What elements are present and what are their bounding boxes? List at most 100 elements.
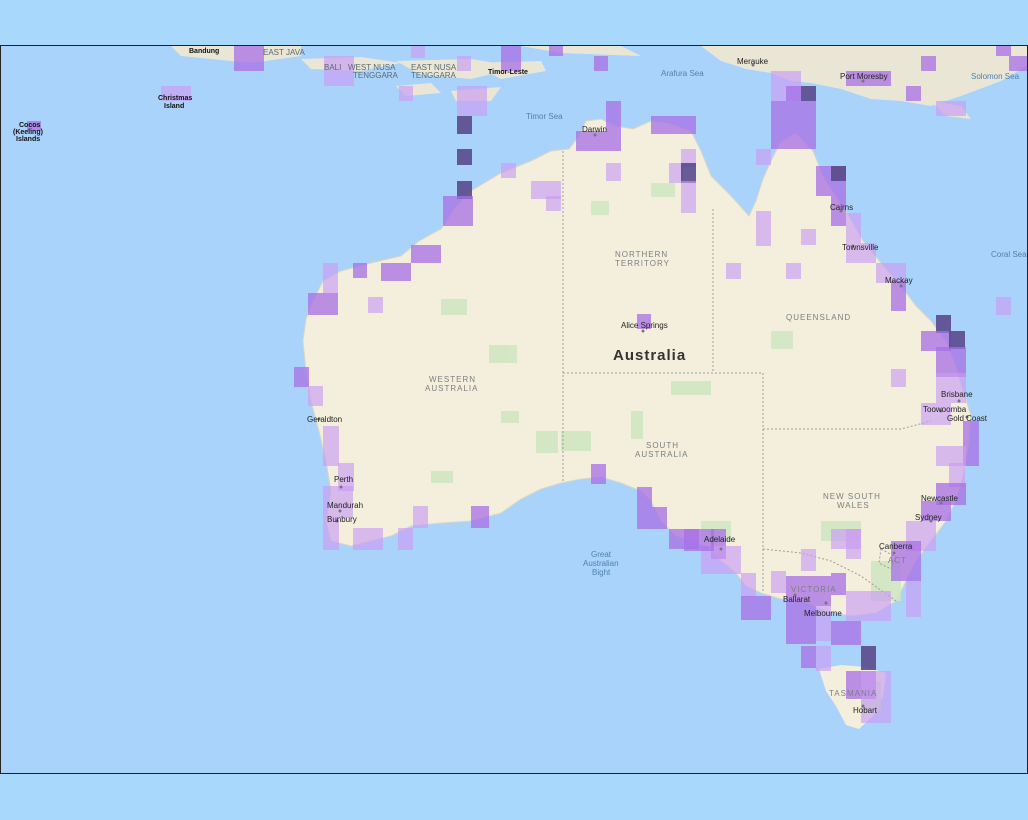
occurrence-cell [681, 163, 696, 183]
occurrence-cell [399, 86, 413, 101]
occurrence-cell [756, 149, 771, 165]
occurrence-cell [457, 116, 472, 134]
occurrence-cell [786, 86, 801, 101]
occurrence-cell [1009, 56, 1027, 71]
occurrence-cell [308, 293, 338, 315]
occurrence-cell [398, 528, 413, 550]
occurrence-cell [353, 263, 367, 278]
occurrence-cell [816, 646, 831, 671]
occurrence-cell [891, 281, 906, 311]
occurrence-cell [637, 487, 652, 507]
occurrence-cell [936, 101, 966, 116]
occurrence-cell [594, 56, 608, 71]
occurrence-cell [591, 464, 606, 484]
occurrence-cell [801, 549, 816, 571]
occurrence-cell [669, 163, 683, 183]
city-label: Adelaide [704, 535, 736, 544]
occurrence-cell [381, 263, 411, 281]
occurrence-cell [457, 56, 471, 71]
occurrence-cell [651, 116, 696, 134]
state-label-vic: VICTORIA [791, 585, 837, 594]
occurrence-cell [831, 529, 861, 549]
city-label: Cairns [830, 203, 853, 212]
region-label: EAST JAVA [263, 48, 305, 57]
state-label-tas: TASMANIA [829, 689, 877, 698]
bight-line: Australian [583, 559, 619, 568]
city-label: Darwin [582, 125, 607, 134]
occurrence-cell [681, 181, 696, 213]
city-label: Toowoomba [923, 405, 967, 414]
occurrence-cell [996, 297, 1011, 315]
occurrence-cell [906, 581, 921, 617]
occurrence-cell [771, 101, 816, 131]
state-label-nsw-2: WALES [837, 501, 870, 510]
occurrence-cell [501, 163, 516, 178]
state-label-sa-2: AUSTRALIA [635, 450, 688, 459]
occurrence-cell [741, 596, 771, 620]
occurrence-cell [576, 131, 621, 151]
bight-line: Bight [592, 568, 611, 577]
water-label: Solomon Sea [971, 72, 1020, 81]
occurrence-cell [949, 331, 965, 349]
city-label: Port Moresby [840, 72, 888, 81]
occurrence-cell [546, 196, 561, 211]
map-frame[interactable]: Arafura Sea Timor Sea Coral Sea Solomon … [0, 45, 1028, 774]
city-label: Mackay [885, 276, 913, 285]
occurrence-cell [801, 229, 816, 245]
region-label: TENGGARA [411, 71, 457, 80]
city-label: Alice Springs [621, 321, 668, 330]
occurrence-cell [234, 46, 264, 71]
island-label-christmas-2: Island [164, 103, 184, 110]
occurrence-cell [771, 571, 786, 593]
occurrence-cell [921, 56, 936, 71]
occurrence-cell [606, 101, 621, 131]
occurrence-cell [637, 507, 667, 529]
state-label-qld: QUEENSLAND [786, 313, 851, 322]
city-label: Mandurah [327, 501, 363, 510]
occurrence-cell [741, 573, 756, 597]
occurrence-cell [831, 166, 846, 181]
state-label-nt-1: NORTHERN [615, 250, 668, 259]
water-label: Arafura Sea [661, 69, 704, 78]
city-label: Sydney [915, 513, 942, 522]
occurrence-cell [353, 528, 383, 550]
occurrence-cell [786, 263, 801, 279]
occurrence-cell [861, 646, 876, 670]
map-canvas[interactable]: Arafura Sea Timor Sea Coral Sea Solomon … [1, 46, 1027, 773]
occurrence-cell [457, 86, 487, 116]
city-label: Ballarat [783, 595, 811, 604]
state-label-nsw-1: NEW SOUTH [823, 492, 881, 501]
occurrence-cell [323, 426, 339, 466]
occurrence-cell [936, 315, 951, 333]
city-label: Bandung [189, 48, 219, 55]
occurrence-cell [936, 347, 966, 377]
city-label: Merauke [737, 57, 769, 66]
occurrence-cell [801, 646, 816, 668]
bight-line: Great [591, 550, 612, 559]
occurrence-cell [471, 506, 489, 528]
country-label: Australia [613, 347, 686, 364]
occurrence-cell [996, 46, 1011, 56]
occurrence-cell [411, 245, 441, 263]
city-label: Gold Coast [947, 414, 988, 423]
state-label-wa-1: WESTERN [429, 375, 476, 384]
state-label-act: ACT [888, 556, 907, 565]
occurrence-cell [294, 367, 309, 387]
occurrence-cell [323, 263, 338, 293]
occurrence-cell [606, 163, 621, 181]
city-label: Townsville [842, 243, 879, 252]
city-label: Newcastle [921, 494, 958, 503]
occurrence-cell [891, 369, 906, 387]
occurrence-cell [906, 86, 921, 101]
occurrence-cell [308, 386, 323, 406]
occurrence-cell [413, 506, 428, 528]
city-label: Melbourne [804, 609, 842, 618]
state-label-wa-2: AUSTRALIA [425, 384, 478, 393]
city-label: Canberra [879, 542, 913, 551]
city-label: Perth [334, 475, 353, 484]
occurrence-cell [846, 213, 861, 243]
occurrence-cell [443, 196, 473, 226]
region-label: TENGGARA [353, 71, 399, 80]
region-label: BALI [324, 63, 341, 72]
occurrence-cell [726, 263, 741, 279]
